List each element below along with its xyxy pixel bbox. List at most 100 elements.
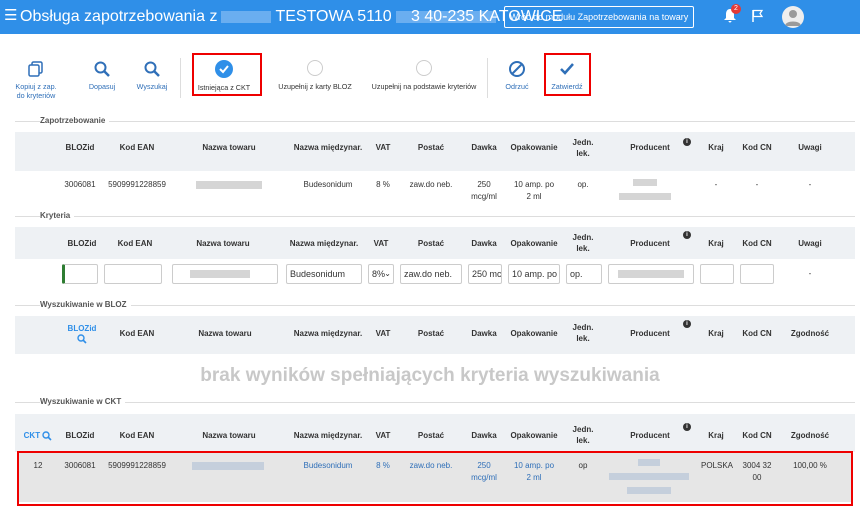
col-opakowanie: Opakowanie <box>510 143 558 152</box>
cell-producent-redacted <box>612 178 678 204</box>
fill-from-bloz-option[interactable]: Uzupełnij z karty BLOZ <box>278 60 352 91</box>
blozid-input[interactable] <box>62 264 98 284</box>
dopasuj-label: Dopasuj <box>88 82 116 91</box>
col-postac: Postać <box>417 431 445 440</box>
col-kodcn: Kod CN <box>742 239 772 248</box>
col-uwagi: Uwagi <box>798 239 822 248</box>
vat-select-value: 8% <box>372 269 386 279</box>
user-icon <box>785 10 801 26</box>
dawka-input[interactable]: 250 mc <box>468 264 502 284</box>
copy-icon <box>28 61 43 77</box>
col-nazwa: Nazwa towaru <box>202 143 256 152</box>
miedzynar-input[interactable]: Budesonidum <box>286 264 362 284</box>
col-nazwa: Nazwa towaru <box>198 329 252 338</box>
col-postac: Postać <box>417 143 445 152</box>
title-prefix: Obsługa zapotrzebowania z <box>20 8 218 25</box>
col-nazwa: Nazwa towaru <box>202 431 256 440</box>
col-dawka: Dawka <box>471 143 497 152</box>
producent-input[interactable] <box>608 264 694 284</box>
back-to-module-button[interactable]: Wróć do modułu Zapotrzebowania na towary <box>504 6 694 28</box>
nazwa-input[interactable] <box>172 264 278 284</box>
col-opakowanie: Opakowanie <box>510 239 558 248</box>
flag-icon[interactable] <box>752 9 764 23</box>
top-bar: ☰ Obsługa zapotrzebowania z TESTOWA 5110 … <box>0 0 860 34</box>
dopasuj-button[interactable]: Dopasuj <box>84 60 120 91</box>
col-nazwa: Nazwa towaru <box>196 239 250 248</box>
col-vat: VAT <box>375 431 391 440</box>
section-zapotrzebowanie: Zapotrzebowanie <box>40 116 110 125</box>
section-divider <box>15 121 855 122</box>
col-dawka: Dawka <box>471 329 497 338</box>
cell-postac: zaw.do neb. <box>409 180 453 189</box>
reject-button[interactable]: Odrzuć <box>502 60 532 91</box>
col-vat: VAT <box>373 239 389 248</box>
col-kraj: Kraj <box>708 329 724 338</box>
col-producent: Producent <box>630 143 670 152</box>
col-kraj: Kraj <box>708 431 724 440</box>
cell-ean: 5909991228859 <box>108 180 166 189</box>
copy-to-criteria-button[interactable]: Kopiuj z zap. do kryteriów <box>14 60 58 100</box>
wyszukaj-label: Wyszukaj <box>136 82 168 91</box>
search-icon <box>144 61 160 77</box>
ban-icon <box>509 61 525 77</box>
search-icon[interactable] <box>77 334 87 344</box>
col-dawka: Dawka <box>471 239 497 248</box>
col-jedn-line1: Jedn. <box>572 323 594 332</box>
col-jedn: Jedn. lek. <box>566 322 600 344</box>
hamburger-menu-icon[interactable]: ☰ <box>4 8 17 24</box>
col-blozid-sortable[interactable]: BLOZid <box>62 323 102 347</box>
cell-miedzynar: Budesonidum <box>303 180 353 189</box>
radio-icon <box>416 60 432 76</box>
col-blozid: BLOZid <box>67 239 97 248</box>
section-divider <box>15 305 855 306</box>
cell-vat: 8 % <box>376 180 390 189</box>
fill-by-criteria-label: Uzupełnij na podstawie kryteriów <box>371 82 477 91</box>
search-icon[interactable] <box>42 431 52 441</box>
cell-dawka-line2: mcg/ml <box>471 192 497 201</box>
col-opakowanie: Opakowanie <box>510 329 558 338</box>
info-icon[interactable]: i <box>683 231 691 239</box>
info-icon[interactable]: i <box>683 138 691 146</box>
reject-label: Odrzuć <box>505 82 529 91</box>
col-producent: Producent <box>630 239 670 248</box>
col-jedn-line1: Jedn. <box>572 233 594 242</box>
col-producent: Producent <box>630 329 670 338</box>
col-ean: Kod EAN <box>117 239 153 248</box>
cell-uwagi: - <box>808 180 812 189</box>
cell-uwagi: - <box>808 269 812 278</box>
col-miedzynar: Nazwa międzynar. <box>289 239 359 248</box>
col-ckt-sortable[interactable]: CKT <box>22 430 54 441</box>
info-icon[interactable]: i <box>683 423 691 431</box>
col-dawka: Dawka <box>471 431 497 440</box>
col-postac: Postać <box>417 329 445 338</box>
opakowanie-input[interactable]: 10 amp. po <box>508 264 560 284</box>
col-jedn-line1: Jedn. <box>572 138 594 147</box>
postac-input[interactable]: zaw.do neb. <box>400 264 462 284</box>
col-opakowanie: Opakowanie <box>510 431 558 440</box>
cell-kodcn: - <box>755 180 759 189</box>
col-postac: Postać <box>417 239 445 248</box>
cell-dawka: 250 mcg/ml <box>464 179 504 203</box>
toolbar-divider <box>180 58 181 98</box>
fill-by-criteria-option[interactable]: Uzupełnij na podstawie kryteriów <box>370 60 478 91</box>
avatar[interactable] <box>782 6 804 28</box>
radio-icon <box>307 60 323 76</box>
col-jedn-line2: lek. <box>576 436 590 445</box>
wyszukaj-button[interactable]: Wyszukaj <box>134 60 170 91</box>
title-mid: TESTOWA 5110 <box>275 8 392 25</box>
col-producent: Producent <box>630 431 670 440</box>
jedn-input[interactable]: op. <box>566 264 602 284</box>
kodcn-input[interactable] <box>740 264 774 284</box>
col-ckt-label: CKT <box>23 431 41 440</box>
col-jedn-line1: Jedn. <box>572 425 594 434</box>
col-kraj: Kraj <box>708 239 724 248</box>
info-icon[interactable]: i <box>683 320 691 328</box>
vat-select[interactable]: 8% ⌄ <box>368 264 394 284</box>
section-bloz: Wyszukiwanie w BLOZ <box>40 300 131 309</box>
highlight-box-row <box>17 451 853 506</box>
col-ean: Kod EAN <box>119 143 155 152</box>
ean-input[interactable] <box>104 264 162 284</box>
col-vat: VAT <box>375 143 391 152</box>
kraj-input[interactable] <box>700 264 734 284</box>
col-uwagi: Uwagi <box>798 143 822 152</box>
